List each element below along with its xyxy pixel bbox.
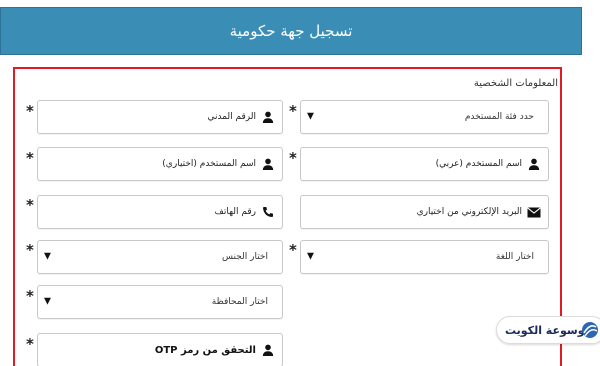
section-label: المعلومات الشخصية [473,78,558,89]
phone-label: رقم الهاتف [214,207,256,217]
username-optional-field[interactable]: اسم المستخدم (اختياري) [37,147,283,181]
governorate-select[interactable]: اختار المحافظة ▼ [37,285,283,319]
chevron-down-icon: ▼ [307,251,314,262]
envelope-icon [526,204,542,220]
user-category-label: حدد فئة المستخدم [464,112,534,122]
required-marker: * [26,196,34,214]
civil-id-field[interactable]: الرقم المدني [37,100,283,134]
required-marker: * [26,335,34,353]
otp-verify-label: التحقق من رمز OTP [154,344,256,356]
required-marker: * [26,102,34,120]
globe-logo-icon [582,322,598,338]
gender-label: اختار الجنس [222,252,268,262]
required-marker: * [26,287,34,305]
phone-field[interactable]: رقم الهاتف [37,195,283,229]
watermark-text: موسوعة الكويت [505,323,592,337]
required-marker: * [289,149,297,167]
required-marker: * [26,241,34,259]
civil-id-label: الرقم المدني [207,112,256,122]
otp-verify-field[interactable]: التحقق من رمز OTP [37,333,283,366]
page-title: تسجيل جهة حكومية [229,22,353,40]
user-category-select[interactable]: حدد فئة المستخدم ▼ [300,100,549,134]
chevron-down-icon: ▼ [44,251,51,262]
email-field[interactable]: البريد الإلكتروني من اختياري [300,195,549,229]
username-arabic-field[interactable]: اسم المستخدم (عربي) [300,147,549,181]
language-select[interactable]: اختار اللغة ▼ [300,240,549,274]
required-marker: * [289,102,297,120]
page-header: تسجيل جهة حكومية [0,7,582,55]
required-marker: * [289,241,297,259]
username-optional-label: اسم المستخدم (اختياري) [162,159,256,169]
phone-icon [260,204,276,220]
watermark-badge: موسوعة الكويت [496,316,600,344]
user-icon [260,109,276,125]
user-icon [260,342,276,358]
user-icon [260,156,276,172]
email-label: البريد الإلكتروني من اختياري [416,207,522,217]
language-label: اختار اللغة [495,252,534,262]
governorate-label: اختار المحافظة [211,297,268,307]
chevron-down-icon: ▼ [307,111,314,122]
user-icon [526,156,542,172]
gender-select[interactable]: اختار الجنس ▼ [37,240,283,274]
username-arabic-label: اسم المستخدم (عربي) [435,159,522,169]
required-marker: * [26,149,34,167]
chevron-down-icon: ▼ [44,296,51,307]
